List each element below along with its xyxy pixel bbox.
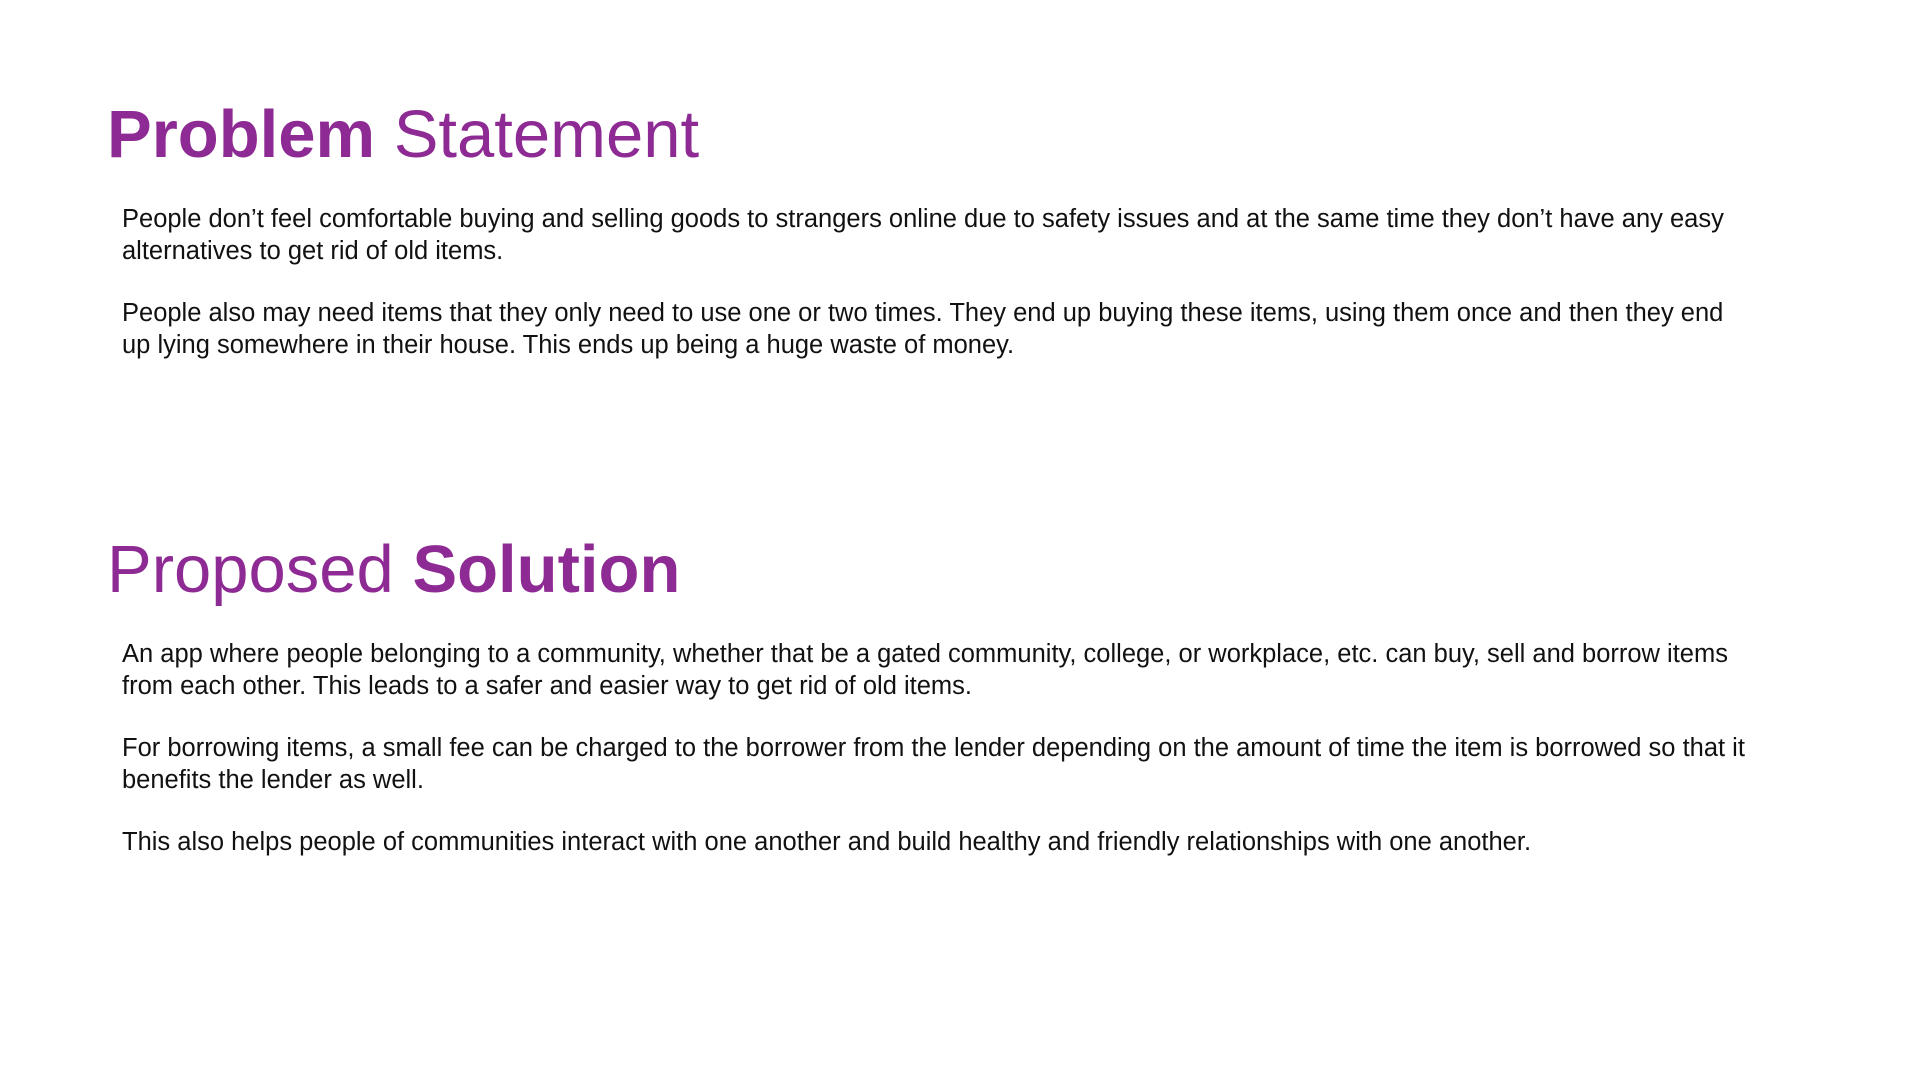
proposed-solution-body: An app where people belonging to a commu… xyxy=(107,639,1752,859)
heading-regular-word: Proposed xyxy=(107,532,394,607)
heading-regular-word: Statement xyxy=(393,97,700,172)
proposed-solution-heading: Proposed Solution xyxy=(107,527,1757,612)
heading-bold-word: Solution xyxy=(412,532,681,607)
proposed-solution-section: Proposed Solution An app where people be… xyxy=(107,527,1757,859)
solution-paragraph: For borrowing items, a small fee can be … xyxy=(122,734,1745,794)
problem-paragraph: People also may need items that they onl… xyxy=(122,299,1724,359)
problem-statement-section: Problem Statement People don’t feel comf… xyxy=(107,92,1757,361)
solution-paragraph: This also helps people of communities in… xyxy=(122,828,1532,856)
solution-paragraph: An app where people belonging to a commu… xyxy=(122,640,1728,700)
problem-statement-body: People don’t feel comfortable buying and… xyxy=(107,204,1752,361)
problem-statement-heading: Problem Statement xyxy=(107,92,1757,177)
heading-bold-word: Problem xyxy=(107,97,376,172)
problem-paragraph: People don’t feel comfortable buying and… xyxy=(122,205,1724,265)
